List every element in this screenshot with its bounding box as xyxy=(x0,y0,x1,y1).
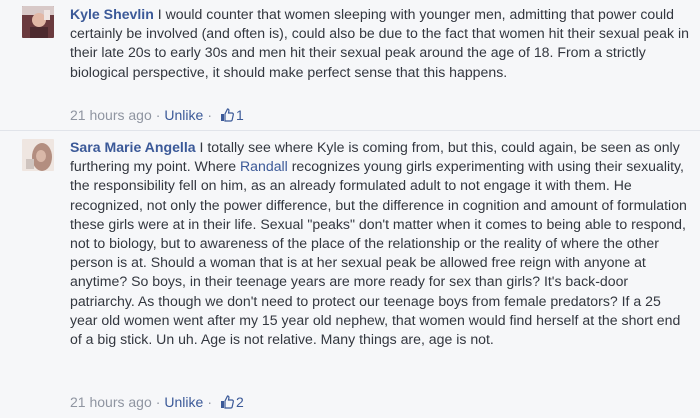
meta-separator: · xyxy=(155,394,161,410)
comment-timestamp[interactable]: 21 hours ago xyxy=(70,107,152,123)
avatar[interactable] xyxy=(22,6,54,38)
comment-body: Sara Marie Angella I totally see where K… xyxy=(70,138,692,349)
meta-separator: · xyxy=(155,107,161,123)
thumbs-up-icon[interactable] xyxy=(220,395,234,413)
thumbs-up-icon[interactable] xyxy=(220,108,234,126)
comment-meta: 21 hours ago · Unlike · 1 xyxy=(70,106,244,126)
like-count[interactable]: 2 xyxy=(236,394,244,410)
comment-thread: Kyle Shevlin I would counter that women … xyxy=(0,0,700,418)
comment-text: I would counter that women sleeping with… xyxy=(70,6,689,80)
meta-separator: · xyxy=(207,394,212,410)
comment-text: recognizes young girls experimenting wit… xyxy=(70,158,687,348)
avatar-photo-icon xyxy=(22,6,54,38)
like-count[interactable]: 1 xyxy=(236,107,244,123)
mention-link[interactable]: Randall xyxy=(240,158,288,174)
comment-item: Kyle Shevlin I would counter that women … xyxy=(0,0,700,130)
meta-separator: · xyxy=(207,107,212,123)
comment-body: Kyle Shevlin I would counter that women … xyxy=(70,5,692,82)
avatar[interactable] xyxy=(22,139,54,171)
unlike-link[interactable]: Unlike xyxy=(164,394,203,410)
comment-author[interactable]: Sara Marie Angella xyxy=(70,139,196,155)
unlike-link[interactable]: Unlike xyxy=(164,107,203,123)
avatar-photo-icon xyxy=(22,139,54,171)
comment-item: Sara Marie Angella I totally see where K… xyxy=(0,130,700,418)
comment-meta: 21 hours ago · Unlike · 2 xyxy=(70,393,244,413)
comment-author[interactable]: Kyle Shevlin xyxy=(70,6,154,22)
comment-timestamp[interactable]: 21 hours ago xyxy=(70,394,152,410)
